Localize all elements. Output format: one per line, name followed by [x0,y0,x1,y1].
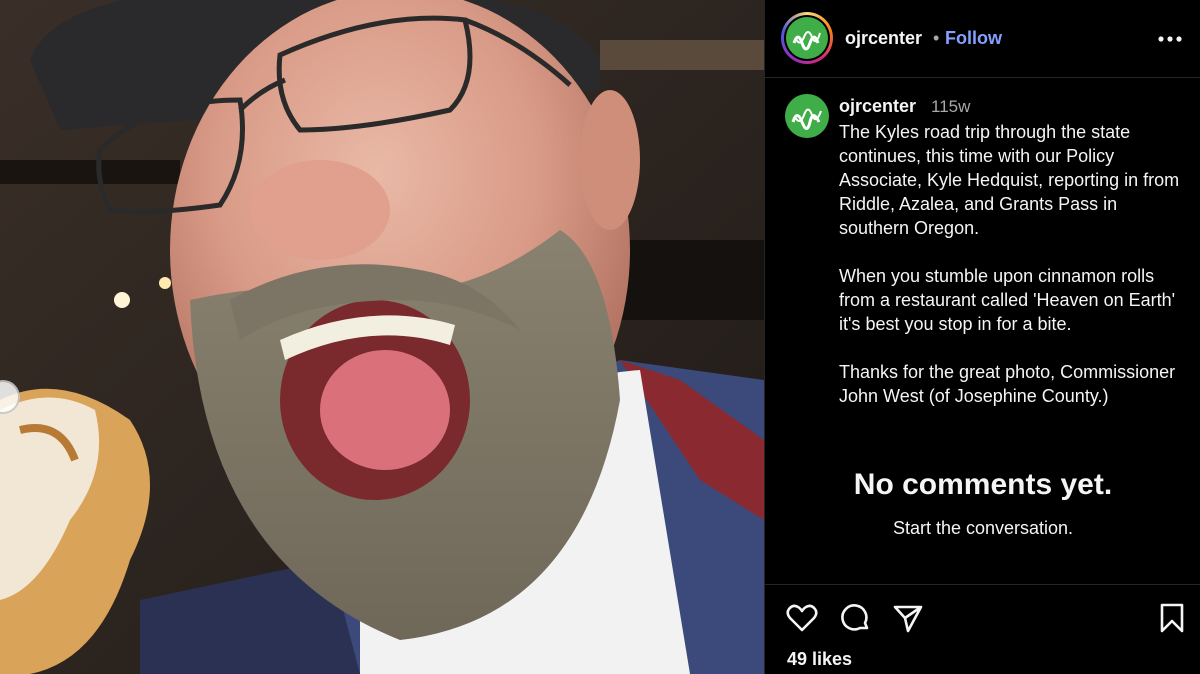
comment-icon[interactable] [838,601,872,635]
share-icon[interactable] [891,601,925,635]
likes-count[interactable]: 49 likes [787,649,852,670]
more-horizontal-icon[interactable] [1157,26,1183,52]
caption-paragraph: Thanks for the great photo, Commissioner… [839,362,1176,406]
post-photo [0,0,764,674]
caption-paragraph: When you stumble upon cinnamon rolls fro… [839,266,1176,334]
heart-icon[interactable] [785,601,819,635]
profile-avatar-ring[interactable] [781,12,833,64]
caption-timestamp[interactable]: 115w [931,97,970,117]
caption-username[interactable]: ojrcenter [839,96,916,117]
caption-paragraph: The Kyles road trip through the state co… [839,122,1180,238]
header-separator: • [933,28,940,48]
header-username[interactable]: ojrcenter [845,28,922,49]
bookmark-icon[interactable] [1155,601,1189,635]
post-detail-panel: ojrcenter • Follow ojrcenter 115w The Ky… [764,0,1200,674]
no-comments-subtitle: Start the conversation. [892,518,1074,538]
no-comments-section: No comments yet. Start the conversation. [765,468,1200,539]
caption-avatar[interactable] [785,94,829,138]
post-actions: 49 likes [765,584,1200,674]
avatar [786,17,828,59]
photo-illustration [0,0,764,674]
no-comments-title: No comments yet. [853,468,1113,501]
caption-text: The Kyles road trip through the state co… [839,120,1189,432]
follow-button[interactable]: Follow [945,28,1002,49]
post-header: ojrcenter • Follow [765,0,1200,78]
